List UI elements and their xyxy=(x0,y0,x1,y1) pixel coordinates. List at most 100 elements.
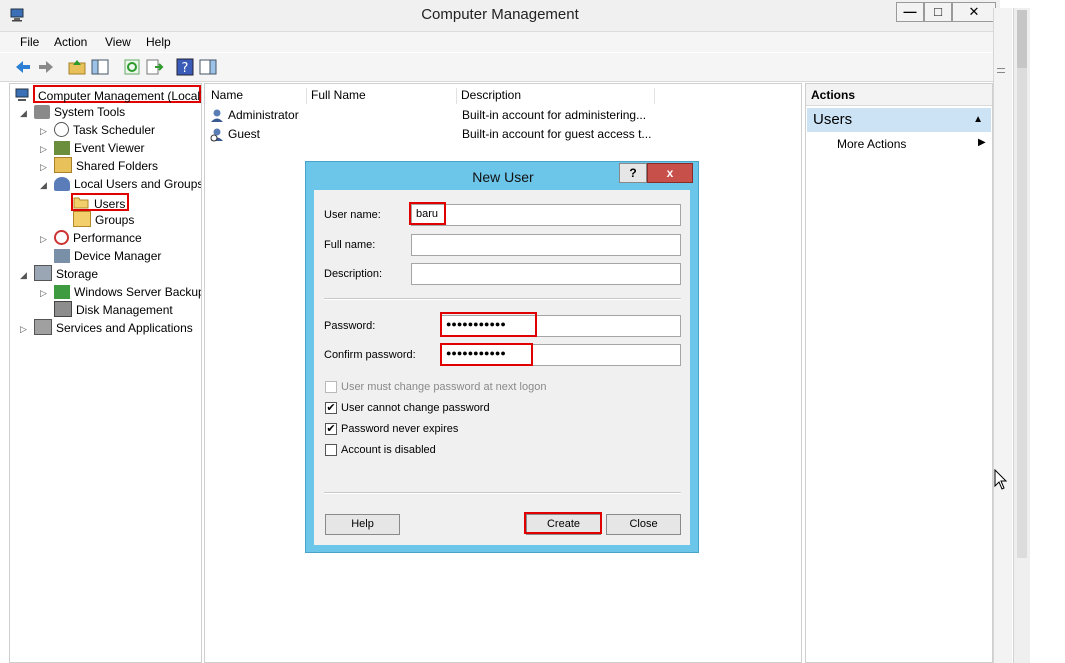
tree-item-event-viewer[interactable]: Event Viewer xyxy=(54,139,144,157)
new-user-dialog: New User ? x User name: baru Full name: … xyxy=(305,161,699,553)
mouse-cursor-icon xyxy=(994,469,1008,490)
tree-item-users[interactable]: Users xyxy=(71,193,129,211)
show-hide-tree-icon[interactable] xyxy=(90,57,110,77)
toolbar: ? xyxy=(0,53,1000,82)
backup-icon xyxy=(54,285,70,299)
tree-item-task-scheduler[interactable]: Task Scheduler xyxy=(54,121,155,139)
username-highlight xyxy=(409,202,446,225)
menu-view[interactable]: View xyxy=(105,35,131,49)
user-icon xyxy=(211,109,223,122)
checkbox-box xyxy=(325,381,337,393)
minimize-button[interactable]: — xyxy=(896,2,924,22)
tree-label: Shared Folders xyxy=(76,159,159,173)
table-row[interactable]: Administrator Built-in account for admin… xyxy=(209,107,799,125)
tree-label: Device Manager xyxy=(74,249,162,263)
tree-label: Local Users and Groups xyxy=(74,177,202,191)
tree-item-disk-management[interactable]: Disk Management xyxy=(54,301,173,319)
tree-item-storage[interactable]: Storage xyxy=(34,265,98,283)
confirm-password-highlight xyxy=(440,343,533,366)
title-bar: Computer Management — □ ✕ xyxy=(0,0,1000,32)
create-highlight xyxy=(524,512,602,534)
username-label: User name: xyxy=(324,209,381,221)
collapsed-arrow-icon[interactable]: ▷ xyxy=(40,126,47,137)
tree-root-computer-management[interactable]: Computer Management (Local) xyxy=(33,85,201,103)
checkbox-label: Account is disabled xyxy=(341,444,436,456)
export-list-icon[interactable] xyxy=(144,57,164,77)
user-name: Guest xyxy=(228,127,261,141)
tree-label: Task Scheduler xyxy=(73,123,156,137)
main-scrollbar[interactable] xyxy=(993,8,1012,663)
clock-icon xyxy=(54,122,69,137)
collapse-triangle-icon[interactable]: ▲ xyxy=(973,108,983,132)
console-tree: Computer Management (Local) ◢ System Too… xyxy=(9,83,202,663)
tree-label: Performance xyxy=(73,231,142,245)
account-disabled-checkbox[interactable]: Account is disabled xyxy=(325,444,625,458)
cannot-change-password-checkbox[interactable]: ✔ User cannot change password xyxy=(325,402,625,416)
back-arrow-icon[interactable] xyxy=(13,57,33,77)
collapsed-arrow-icon[interactable]: ▷ xyxy=(20,324,27,335)
dialog-close-button[interactable]: x xyxy=(647,163,693,183)
expand-arrow-icon[interactable]: ◢ xyxy=(20,270,27,281)
user-description: Built-in account for administering... xyxy=(462,108,647,122)
menu-help[interactable]: Help xyxy=(146,35,171,49)
expand-arrow-icon[interactable]: ◢ xyxy=(40,180,47,191)
column-header-description[interactable]: Description xyxy=(457,88,655,104)
tree-item-device-manager[interactable]: Device Manager xyxy=(54,247,161,265)
computer-icon xyxy=(15,88,29,101)
shared-folder-icon xyxy=(54,157,72,173)
tree-label: Windows Server Backup xyxy=(74,285,202,299)
close-window-button[interactable]: ✕ xyxy=(952,2,996,22)
tree-label: System Tools xyxy=(54,105,126,119)
collapsed-arrow-icon[interactable]: ▷ xyxy=(40,234,47,245)
refresh-icon[interactable] xyxy=(122,57,142,77)
table-row[interactable]: Guest Built-in account for guest access … xyxy=(209,126,799,144)
tree-item-local-users-groups[interactable]: Local Users and Groups xyxy=(54,175,202,193)
menu-action[interactable]: Action xyxy=(54,35,87,49)
up-folder-icon[interactable] xyxy=(67,57,87,77)
collapsed-arrow-icon[interactable]: ▷ xyxy=(40,162,47,173)
menu-bar: File Action View Help xyxy=(0,32,1000,52)
svg-text:?: ? xyxy=(182,61,189,76)
tree-label: Storage xyxy=(56,267,99,281)
scrollbar-thumb[interactable] xyxy=(1017,10,1027,70)
tree-item-windows-server-backup[interactable]: Windows Server Backup xyxy=(54,283,202,301)
help-button[interactable]: Help xyxy=(325,514,400,535)
close-button[interactable]: Close xyxy=(606,514,681,535)
tree-item-system-tools[interactable]: System Tools xyxy=(34,103,125,121)
tree-item-groups[interactable]: Groups xyxy=(73,211,134,229)
separator xyxy=(324,298,681,300)
actions-section-users[interactable]: Users ▲ xyxy=(807,108,991,132)
action-pane-icon[interactable] xyxy=(198,57,218,77)
tree-item-services-applications[interactable]: Services and Applications xyxy=(34,319,193,337)
must-change-password-checkbox[interactable]: User must change password at next logon xyxy=(325,381,625,395)
more-actions-label: More Actions xyxy=(837,137,907,151)
fullname-input[interactable] xyxy=(411,234,681,256)
expand-arrow-icon[interactable]: ◢ xyxy=(20,108,27,119)
maximize-button[interactable]: □ xyxy=(924,2,952,22)
tree-item-shared-folders[interactable]: Shared Folders xyxy=(54,157,158,175)
submenu-arrow-icon: ▶ xyxy=(978,137,986,148)
scrollbar-track[interactable] xyxy=(1017,68,1027,558)
dialog-help-button[interactable]: ? xyxy=(619,163,647,183)
collapsed-arrow-icon[interactable]: ▷ xyxy=(40,144,47,155)
forward-arrow-icon[interactable] xyxy=(36,57,56,77)
column-header-name[interactable]: Name xyxy=(207,88,307,104)
checkbox-label: User must change password at next logon xyxy=(341,381,547,393)
username-input[interactable]: baru xyxy=(411,204,681,226)
more-actions-item[interactable]: More Actions ▶ xyxy=(837,137,987,151)
collapsed-arrow-icon[interactable]: ▷ xyxy=(40,288,47,299)
help-icon[interactable]: ? xyxy=(175,57,195,77)
fullname-label: Full name: xyxy=(324,239,376,251)
separator xyxy=(324,492,681,494)
window-title: Computer Management xyxy=(421,6,579,23)
description-label: Description: xyxy=(324,268,383,280)
confirm-password-label: Confirm password: xyxy=(324,349,416,361)
description-input[interactable] xyxy=(411,263,681,285)
outer-scrollbar[interactable] xyxy=(1013,8,1030,663)
tree-item-performance[interactable]: Performance xyxy=(54,229,142,247)
checkbox-box xyxy=(325,444,337,456)
menu-file[interactable]: File xyxy=(20,35,39,49)
actions-section-label: Users xyxy=(813,111,853,128)
password-never-expires-checkbox[interactable]: ✔ Password never expires xyxy=(325,423,625,437)
column-header-full-name[interactable]: Full Name xyxy=(307,88,457,104)
